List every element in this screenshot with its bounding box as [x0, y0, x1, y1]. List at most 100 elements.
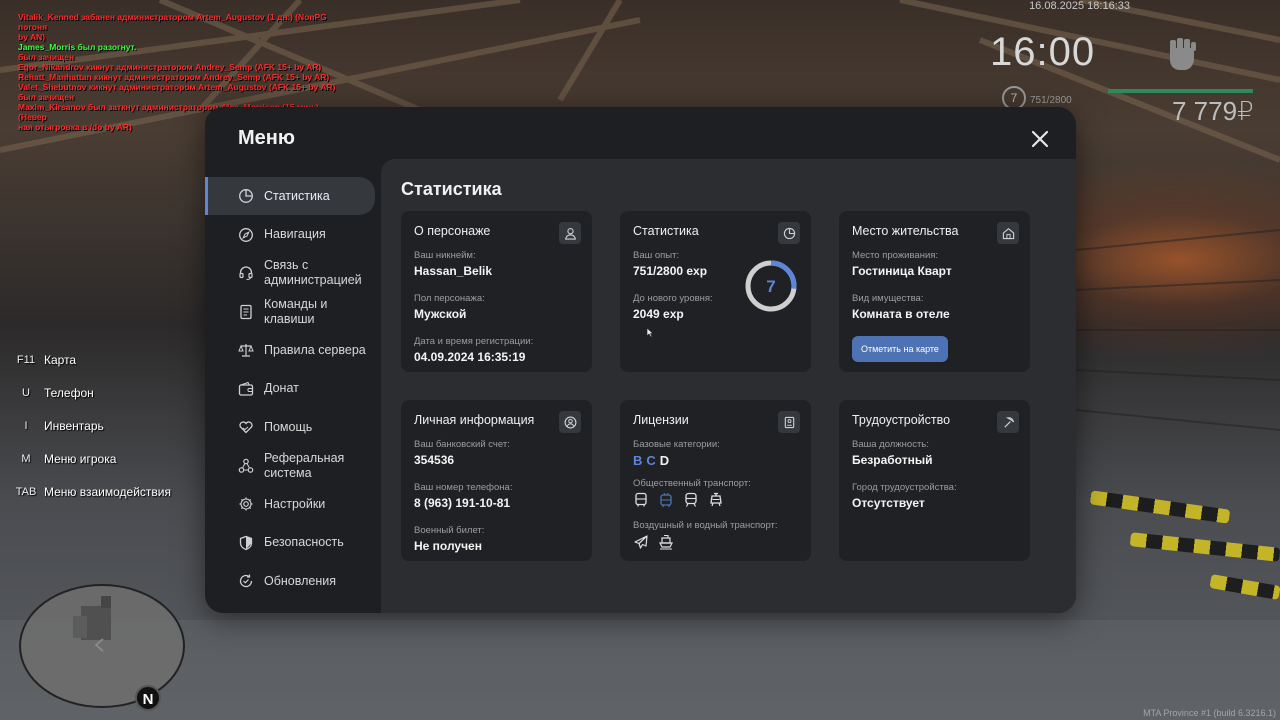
menu-window: Меню Статистика Навигация Связь с админи…: [205, 107, 1076, 613]
mark-on-map-button[interactable]: Отметить на карте: [852, 336, 948, 362]
card-title: Трудоустройство: [852, 413, 951, 427]
chat-line: James_Morris был разогнут.: [18, 42, 137, 52]
card-title: О персонаже: [414, 224, 491, 238]
gear-icon: [239, 497, 253, 511]
shield-icon: [239, 535, 253, 550]
document-icon: [240, 304, 252, 319]
sidebar-item-contact-admin[interactable]: Связь с администрацией: [205, 254, 381, 292]
menu-title: Меню: [238, 127, 295, 149]
card-icon-badge: [778, 222, 800, 244]
headset-icon: [239, 266, 253, 281]
license-category-b: B: [633, 453, 647, 468]
hud-time: 16:00: [990, 30, 1096, 74]
sidebar-item-commands[interactable]: Команды и клавиши: [205, 293, 381, 331]
field-label: Ваш банковский счет:: [414, 439, 510, 450]
watermark: MTA Province #1 (build 6.3216.1): [1143, 708, 1276, 718]
sidebar-item-navigation[interactable]: Навигация: [205, 216, 381, 254]
minimap-block: [101, 596, 111, 608]
residence-value: Гостиница Кварт: [852, 264, 952, 278]
sidebar-item-updates[interactable]: Обновления: [205, 562, 381, 600]
field-label: Общественный транспорт:: [633, 478, 751, 489]
card-personal: Личная информация Ваш банковский счет: 3…: [401, 400, 592, 561]
pie-chart-icon: [239, 189, 253, 203]
hud-money: 7 779₽: [1172, 96, 1254, 126]
refresh-check-icon: [239, 574, 253, 588]
hud-datetime: 16.08.2025 18:16:33: [1029, 0, 1130, 12]
statistics-panel: Статистика О персонаже Ваш никнейм: Hass…: [381, 159, 1076, 613]
field-label: Ваш номер телефона:: [414, 482, 513, 493]
hint-key: M: [21, 453, 31, 465]
card-icon-badge: [997, 222, 1019, 244]
pie-chart-icon: [783, 227, 795, 239]
boat-icon: [659, 534, 673, 550]
hint-inventory: I Инвентарь: [12, 418, 171, 434]
card-statistics: Статистика Ваш опыт: 751/2800 exp До нов…: [620, 211, 811, 372]
floor-stripe: [1129, 532, 1280, 562]
field-label: Город трудоустройства:: [852, 482, 957, 493]
sidebar-item-settings[interactable]: Настройки: [205, 485, 381, 523]
sidebar-item-label: Реферальная система: [264, 450, 345, 480]
hint-key: TAB: [15, 486, 37, 498]
keybind-hints: F11 Карта U Телефон I Инвентарь M Меню игрок…: [12, 352, 171, 517]
sidebar-item-security[interactable]: Безопасность: [205, 524, 381, 562]
close-icon[interactable]: [1028, 127, 1052, 151]
floor-stripe: [1209, 574, 1280, 600]
compass-north: N: [135, 685, 161, 711]
license-categories: BCD: [633, 453, 798, 468]
chat-line: Egor_Nikandrov кикнут администратором An…: [18, 62, 322, 72]
pickaxe-icon: [1003, 416, 1014, 428]
field-label: Вид имущества:: [852, 293, 924, 304]
compass-icon: [239, 227, 253, 242]
id-card-icon: [784, 416, 794, 428]
hint-player-menu: M Меню игрока: [12, 451, 171, 467]
sidebar-item-label: Настройки: [264, 496, 326, 511]
air-water-transport-icons: [633, 534, 798, 550]
card-icon-badge: [559, 222, 581, 244]
wallet-icon: [238, 381, 254, 396]
chat-line: by AN): [18, 32, 46, 42]
gender-value: Мужской: [414, 307, 467, 321]
floor-stripe: [1089, 490, 1231, 524]
hint-label: Карта: [44, 353, 77, 367]
scales-icon: [238, 344, 254, 357]
field-label: Место проживания:: [852, 250, 939, 261]
network-icon: [238, 458, 254, 473]
phone-number-value: 8 (963) 191-10-81: [414, 496, 511, 510]
field-label: Военный билет:: [414, 525, 485, 536]
level-number: 7: [766, 277, 775, 296]
sidebar-item-label: Безопасность: [264, 535, 344, 549]
hint-key: I: [24, 420, 28, 432]
card-title: Место жительства: [852, 224, 959, 238]
nickname-value: Hassan_Belik: [414, 264, 493, 278]
card-licenses: Лицензии Базовые категории: BCD Обществе…: [620, 400, 811, 561]
sidebar-item-label: Правила сервера: [264, 342, 366, 357]
hint-interaction-menu: TAB Меню взаимодействия: [12, 484, 171, 500]
level-progress-ring: 7: [745, 260, 797, 312]
field-label: Дата и время регистрации:: [414, 336, 534, 347]
player-arrow-icon: [94, 638, 104, 652]
sidebar-item-label: Обновления: [264, 573, 336, 588]
field-label: Ваш никнейм:: [414, 250, 476, 261]
hint-label: Меню взаимодействия: [44, 485, 171, 499]
sidebar-item-donate[interactable]: Донат: [205, 370, 381, 408]
chat-line: Vitalik_Kenned забанен администратором A…: [18, 12, 327, 32]
bus-icon: [635, 492, 647, 507]
sidebar-item-referral[interactable]: Реферальная система: [205, 447, 381, 485]
hint-label: Меню игрока: [44, 452, 117, 466]
sidebar-item-help[interactable]: Помощь: [205, 408, 381, 446]
sidebar-item-rules[interactable]: Правила сервера: [205, 331, 381, 369]
sidebar-item-statistics[interactable]: Статистика: [205, 177, 375, 215]
card-title: Личная информация: [414, 413, 535, 427]
heart-hand-icon: [239, 421, 253, 434]
card-icon-badge: [559, 411, 581, 433]
hint-key: U: [22, 387, 30, 399]
card-employment: Трудоустройство Ваша должность: Безработ…: [839, 400, 1030, 561]
sidebar-item-label: Помощь: [264, 419, 313, 434]
minimap-block: [73, 616, 87, 638]
position-value: Безработный: [852, 453, 933, 467]
chat-line: был зачищен: [18, 52, 75, 62]
tram-icon: [710, 492, 722, 507]
property-type-value: Комната в отеле: [852, 307, 950, 321]
card-title: Статистика: [633, 224, 699, 238]
employment-city-value: Отсутствует: [852, 496, 925, 510]
